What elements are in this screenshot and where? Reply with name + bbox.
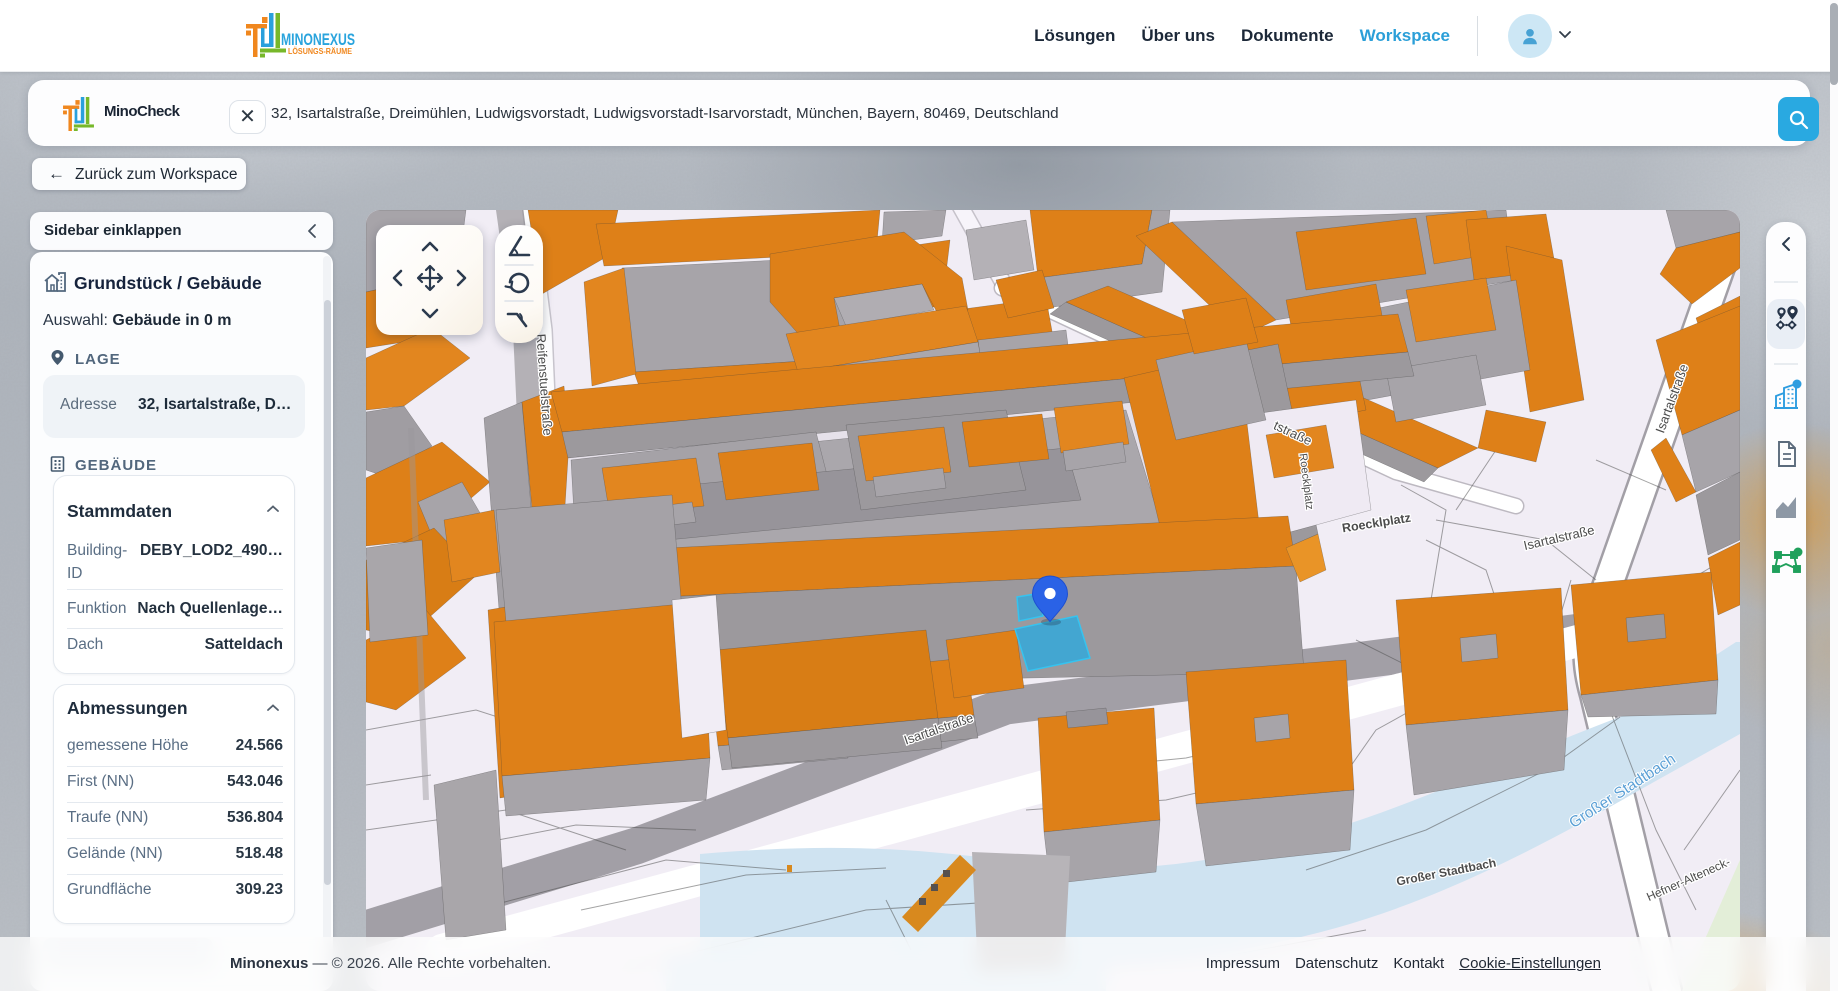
svg-text:LÖSUNGS-RÄUME: LÖSUNGS-RÄUME (288, 47, 353, 56)
